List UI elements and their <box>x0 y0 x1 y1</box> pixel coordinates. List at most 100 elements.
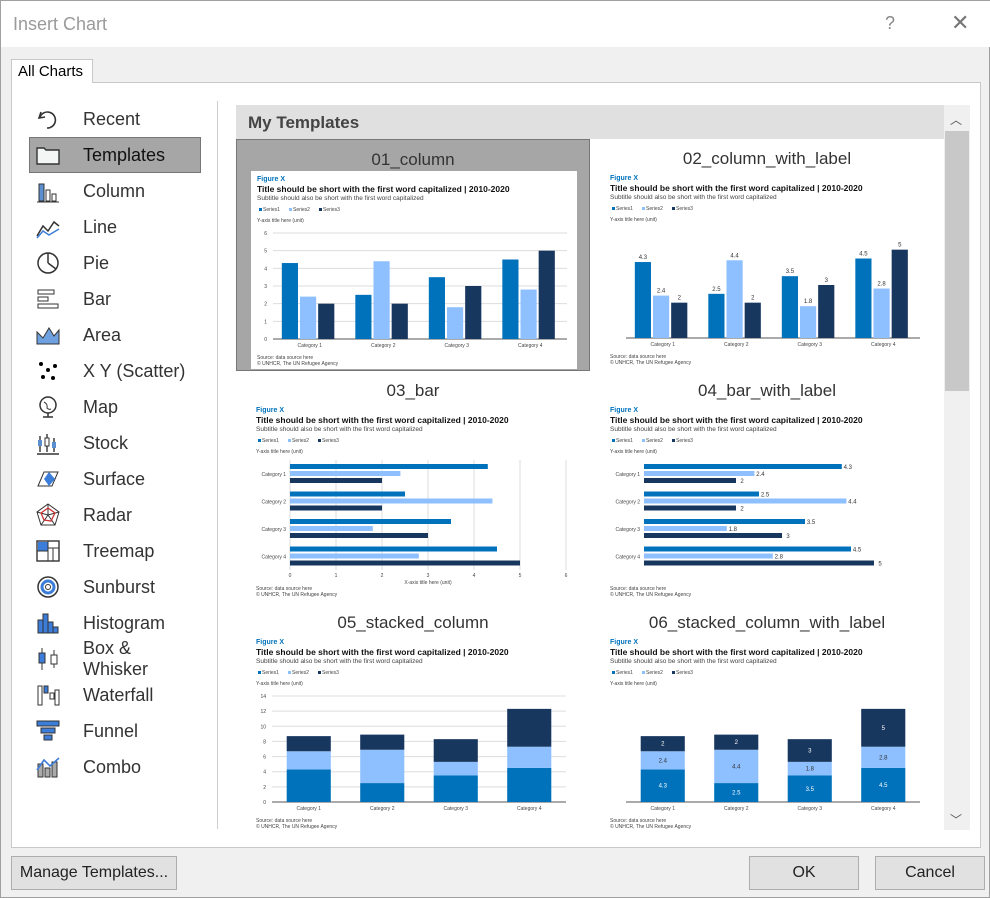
credit-note: © UNHCR, The UN Refugee Agency <box>610 591 692 598</box>
figure-label: Figure X <box>256 407 284 414</box>
sidebar-item-combo[interactable]: Combo <box>29 749 201 785</box>
template-name: 05_stacked_column <box>337 613 489 632</box>
cancel-button[interactable]: Cancel <box>875 856 985 890</box>
data-label: 2 <box>740 507 744 513</box>
map-chart-icon <box>39 396 57 418</box>
bar <box>290 491 405 497</box>
legend-swatch <box>288 439 291 442</box>
sidebar-item-line[interactable]: Line <box>29 209 201 245</box>
y-axis-title: Y-axis title here (unit) <box>610 217 657 223</box>
data-label: 1.8 <box>806 767 815 773</box>
sidebar-item-radar[interactable]: Radar <box>29 497 201 533</box>
sidebar-item-bar[interactable]: Bar <box>29 281 201 317</box>
bar-segment <box>360 783 405 802</box>
sidebar-item-column[interactable]: Column <box>29 173 201 209</box>
sidebar-item-x-y-scatter-[interactable]: X Y (Scatter) <box>29 353 201 389</box>
bar-segment <box>286 769 331 802</box>
data-label: 1.8 <box>729 527 738 533</box>
category-label: Category 1 <box>616 472 641 478</box>
data-label: 2 <box>678 296 682 302</box>
y-axis-title: Y-axis title here (unit) <box>257 218 304 224</box>
sidebar-item-surface[interactable]: Surface <box>29 461 201 497</box>
category-label: Category 2 <box>370 806 395 812</box>
data-label: 5 <box>878 562 882 568</box>
funnel-chart-icon <box>36 720 60 741</box>
legend-swatch <box>319 208 322 211</box>
bar <box>726 260 743 338</box>
sidebar-item-map[interactable]: Map <box>29 389 201 425</box>
legend-label: Series1 <box>616 670 633 676</box>
sidebar-item-templates[interactable]: Templates <box>29 137 201 173</box>
legend-swatch <box>642 207 645 210</box>
bar-segment <box>433 761 478 776</box>
data-label: 5 <box>898 243 902 249</box>
sidebar-item-label: Sunburst <box>83 576 156 597</box>
sidebar-item-stock[interactable]: Stock <box>29 425 201 461</box>
category-label: Category 1 <box>262 472 287 478</box>
sidebar-item-funnel[interactable]: Funnel <box>29 713 201 749</box>
bar <box>671 302 688 338</box>
scroll-thumb[interactable] <box>945 131 969 391</box>
sidebar-item-label: Radar <box>83 504 133 525</box>
bar <box>290 546 497 552</box>
template-05_stacked_column[interactable]: 05_stacked_column Figure X Title should be… <box>236 603 590 829</box>
legend-label: Series1 <box>262 670 279 676</box>
tab-all-charts[interactable]: All Charts <box>11 59 93 83</box>
data-label: 4.4 <box>730 253 739 259</box>
sidebar-item-label: Area <box>83 324 122 345</box>
template-06_stacked_column_with_label[interactable]: 06_stacked_column_with_label Figure X Titl… <box>590 603 944 829</box>
chart-subtitle: Subtitle should also be short with the f… <box>610 658 777 665</box>
manage-templates-button[interactable]: Manage Templates... <box>11 856 177 890</box>
category-label: Category 1 <box>651 806 676 812</box>
bar <box>290 505 382 511</box>
sidebar-item-box-whisker[interactable]: Box & Whisker <box>29 638 201 679</box>
data-label: 2.5 <box>712 287 721 293</box>
sidebar-item-histogram[interactable]: Histogram <box>29 605 201 641</box>
data-label: 4.5 <box>879 783 888 789</box>
sidebar-item-label: Pie <box>83 252 110 273</box>
template-01_column[interactable]: 01_column Figure X Title should be short w… <box>236 139 590 371</box>
bar <box>644 491 759 497</box>
template-04_bar_with_label[interactable]: 04_bar_with_label Figure X Title should be… <box>590 371 944 603</box>
combo-chart-icon <box>36 757 60 778</box>
dialog-title: Insert Chart <box>13 14 108 34</box>
legend-swatch <box>642 439 645 442</box>
sidebar-item-treemap[interactable]: Treemap <box>29 533 201 569</box>
data-label: 3.5 <box>807 520 816 526</box>
template-02_column_with_label[interactable]: 02_column_with_label Figure X Title should… <box>590 139 944 371</box>
template-03_bar[interactable]: 03_bar Figure X Title should be short with… <box>236 371 590 603</box>
ok-button[interactable]: OK <box>749 856 859 890</box>
sidebar-item-sunburst[interactable]: Sunburst <box>29 569 201 605</box>
sidebar-item-area[interactable]: Area <box>29 317 201 353</box>
legend-swatch <box>612 671 615 674</box>
bar <box>634 262 651 338</box>
tick-label: 0 <box>263 800 266 806</box>
sidebar-item-waterfall[interactable]: Waterfall <box>29 677 201 713</box>
scroll-up-icon[interactable]: ︿ <box>950 111 962 128</box>
template-preview: Figure XTitle should be short with the f… <box>604 170 930 368</box>
data-label: 4.4 <box>848 500 857 506</box>
tick-label: 14 <box>260 694 266 700</box>
bar <box>290 560 520 566</box>
y-axis-title: Y-axis title here (unit) <box>256 449 303 455</box>
legend-swatch <box>672 439 675 442</box>
legend-label: Series1 <box>616 438 633 444</box>
scrollbar[interactable]: ︿ ﹀ <box>944 105 970 830</box>
category-label: Category 2 <box>724 806 749 812</box>
bar-chart-icon <box>37 289 59 309</box>
bar-segment <box>286 751 331 770</box>
sidebar-item-pie[interactable]: Pie <box>29 245 201 281</box>
close-button[interactable]: ✕ <box>951 10 969 36</box>
bar <box>290 498 493 504</box>
chart-type-list: Recent Templates Column Line Pie Bar Area X Y (… <box>29 101 201 785</box>
area-chart-icon <box>36 327 60 345</box>
data-label: 4.3 <box>659 784 668 790</box>
help-button[interactable]: ? <box>885 13 895 34</box>
legend-swatch <box>672 671 675 674</box>
tick-label: 2 <box>263 785 266 791</box>
sidebar-item-recent[interactable]: Recent <box>29 101 201 137</box>
scroll-down-icon[interactable]: ﹀ <box>950 811 962 828</box>
legend-label: Series3 <box>322 670 339 676</box>
bar <box>644 519 805 524</box>
data-label: 3.5 <box>806 787 815 793</box>
